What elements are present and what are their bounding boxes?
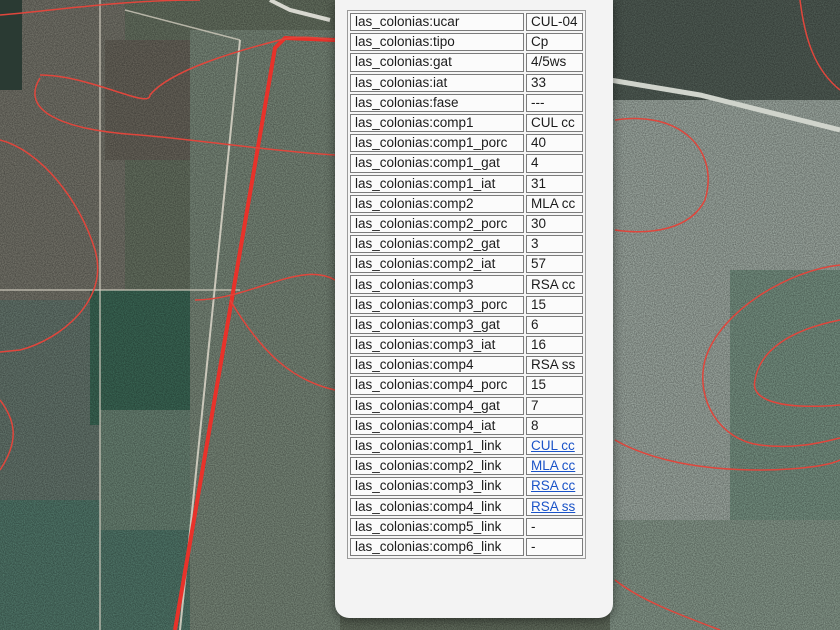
attribute-value: ---: [526, 93, 583, 112]
attribute-row: las_colonias:comp4 RSA ss: [350, 356, 583, 375]
attribute-key: las_colonias:comp1: [350, 113, 524, 133]
attribute-key: las_colonias:comp3_porc: [350, 295, 524, 314]
attribute-value: -: [526, 537, 583, 557]
attribute-key: las_colonias:comp3_iat: [350, 336, 524, 355]
attribute-key: las_colonias:gat: [350, 53, 524, 72]
attribute-row: las_colonias:comp3_porc 15: [350, 295, 583, 314]
attribute-key: las_colonias:comp4_gat: [350, 396, 524, 415]
attribute-key: las_colonias:comp2_iat: [350, 255, 524, 274]
attribute-value: 40: [526, 134, 583, 153]
attribute-key: las_colonias:comp3_link: [350, 477, 524, 496]
attribute-row: las_colonias:comp1 CUL cc: [350, 113, 583, 133]
attribute-row: las_colonias:iat 33: [350, 73, 583, 92]
attribute-row: las_colonias:comp1_link CUL cc: [350, 436, 583, 456]
attribute-value: 57: [526, 255, 583, 274]
attribute-table: las_colonias:ucar CUL-04 las_colonias:tipo…: [347, 10, 586, 560]
attribute-value: 15: [526, 295, 583, 314]
attribute-key: las_colonias:comp4_iat: [350, 416, 524, 435]
attribute-row: las_colonias:comp1_porc 40: [350, 134, 583, 153]
attribute-value: 8: [526, 416, 583, 435]
attribute-row: las_colonias:fase ---: [350, 93, 583, 112]
attribute-key: las_colonias:comp4_porc: [350, 376, 524, 395]
attribute-value: 7: [526, 396, 583, 415]
attribute-row: las_colonias:comp3_iat 16: [350, 336, 583, 355]
attribute-row: las_colonias:gat 4/5ws: [350, 53, 583, 72]
attribute-row: las_colonias:comp1_gat 4: [350, 154, 583, 173]
attribute-key: las_colonias:ucar: [350, 13, 524, 32]
attribute-row: las_colonias:comp2_porc 30: [350, 214, 583, 234]
attribute-value: 3: [526, 235, 583, 254]
attribute-key: las_colonias:comp3: [350, 275, 524, 294]
attribute-key: las_colonias:fase: [350, 93, 524, 112]
attribute-link[interactable]: RSA cc: [526, 477, 583, 496]
attribute-value: 15: [526, 376, 583, 395]
attribute-key: las_colonias:comp6_link: [350, 537, 524, 557]
attribute-link[interactable]: CUL cc: [526, 436, 583, 456]
attribute-row: las_colonias:ucar CUL-04: [350, 13, 583, 32]
attribute-value: 4: [526, 154, 583, 173]
attribute-row: las_colonias:comp5_link -: [350, 517, 583, 536]
attribute-value: CUL cc: [526, 113, 583, 133]
attribute-key: las_colonias:comp2_gat: [350, 235, 524, 254]
attribute-value: CUL-04: [526, 13, 583, 32]
attribute-value: 4/5ws: [526, 53, 583, 72]
attribute-key: las_colonias:comp2_porc: [350, 214, 524, 234]
attribute-value: Cp: [526, 33, 583, 52]
attribute-value: 30: [526, 214, 583, 234]
attribute-key: las_colonias:comp1_porc: [350, 134, 524, 153]
attribute-row: las_colonias:comp4_iat 8: [350, 416, 583, 435]
attribute-link[interactable]: MLA cc: [526, 457, 583, 476]
attribute-value: 16: [526, 336, 583, 355]
attribute-key: las_colonias:comp5_link: [350, 517, 524, 536]
attribute-row: las_colonias:comp2 MLA cc: [350, 194, 583, 213]
attribute-key: las_colonias:comp4: [350, 356, 524, 375]
attribute-value: RSA cc: [526, 275, 583, 294]
attribute-row: las_colonias:comp6_link -: [350, 537, 583, 557]
attribute-link[interactable]: RSA ss: [526, 497, 583, 516]
attribute-value: 33: [526, 73, 583, 92]
attribute-row: las_colonias:comp4_gat 7: [350, 396, 583, 415]
attribute-value: -: [526, 517, 583, 536]
attribute-row: las_colonias:comp4_porc 15: [350, 376, 583, 395]
attribute-row: las_colonias:comp4_link RSA ss: [350, 497, 583, 516]
attribute-table-body: las_colonias:ucar CUL-04 las_colonias:tipo…: [350, 13, 583, 557]
attribute-key: las_colonias:comp2: [350, 194, 524, 213]
attribute-row: las_colonias:comp3_gat 6: [350, 315, 583, 334]
attribute-value: RSA ss: [526, 356, 583, 375]
attribute-row: las_colonias:comp3 RSA cc: [350, 275, 583, 294]
attribute-value: MLA cc: [526, 194, 583, 213]
attribute-key: las_colonias:comp1_link: [350, 436, 524, 456]
attribute-key: las_colonias:tipo: [350, 33, 524, 52]
attribute-key: las_colonias:comp1_gat: [350, 154, 524, 173]
attribute-row: las_colonias:comp2_iat 57: [350, 255, 583, 274]
attribute-key: las_colonias:comp3_gat: [350, 315, 524, 334]
attribute-row: las_colonias:comp1_iat 31: [350, 174, 583, 193]
attribute-value: 31: [526, 174, 583, 193]
attribute-key: las_colonias:comp2_link: [350, 457, 524, 476]
attribute-key: las_colonias:iat: [350, 73, 524, 92]
attribute-row: las_colonias:comp3_link RSA cc: [350, 477, 583, 496]
feature-info-popup: las_colonias:ucar CUL-04 las_colonias:tipo…: [335, 0, 613, 618]
attribute-value: 6: [526, 315, 583, 334]
attribute-key: las_colonias:comp4_link: [350, 497, 524, 516]
attribute-row: las_colonias:comp2_link MLA cc: [350, 457, 583, 476]
attribute-key: las_colonias:comp1_iat: [350, 174, 524, 193]
attribute-row: las_colonias:comp2_gat 3: [350, 235, 583, 254]
attribute-row: las_colonias:tipo Cp: [350, 33, 583, 52]
